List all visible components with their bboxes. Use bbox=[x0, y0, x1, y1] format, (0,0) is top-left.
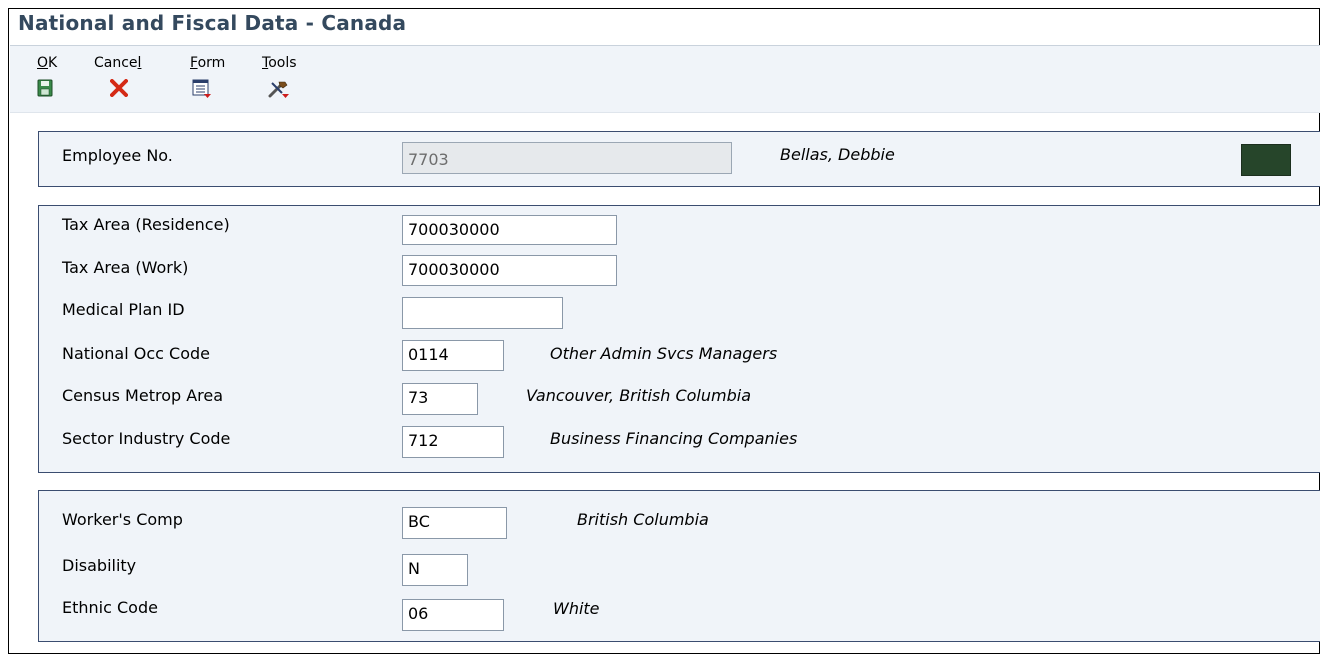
ethnic-code-label: Ethnic Code bbox=[62, 598, 158, 617]
employee-no-field[interactable]: 7703 bbox=[402, 142, 732, 174]
workers-comp-desc: British Columbia bbox=[577, 510, 709, 529]
tax-area-work-field[interactable]: 700030000 bbox=[402, 255, 617, 286]
medical-plan-id-field[interactable] bbox=[402, 297, 563, 329]
tax-panel: Tax Area (Residence) 700030000 Tax Area … bbox=[38, 205, 1320, 473]
workers-comp-label: Worker's Comp bbox=[62, 510, 183, 529]
tax-area-residence-label: Tax Area (Residence) bbox=[62, 215, 230, 234]
close-icon bbox=[110, 79, 128, 101]
national-occ-code-field[interactable]: 0114 bbox=[402, 340, 504, 371]
workers-comp-field[interactable]: BC bbox=[402, 507, 507, 539]
disability-field[interactable]: N bbox=[402, 554, 468, 586]
tools-menu-icon bbox=[268, 79, 290, 103]
ok-label: OK bbox=[37, 55, 58, 71]
national-occ-code-desc: Other Admin Svcs Managers bbox=[550, 344, 778, 363]
census-metrop-area-label: Census Metrop Area bbox=[62, 386, 224, 405]
cancel-button[interactable]: Cancel bbox=[94, 55, 142, 97]
tax-area-work-label: Tax Area (Work) bbox=[62, 258, 189, 277]
other-panel: Worker's Comp BC British Columbia Disabi… bbox=[38, 490, 1320, 642]
census-metrop-area-field[interactable]: 73 bbox=[402, 383, 478, 415]
employee-panel: Employee No. 7703 Bellas, Debbie bbox=[38, 131, 1320, 187]
toolbar: OK Cancel Form Tools bbox=[10, 46, 1320, 113]
cancel-label: Cancel bbox=[94, 55, 142, 71]
tools-label: Tools bbox=[262, 55, 297, 71]
form-menu-icon bbox=[192, 79, 212, 103]
national-occ-code-label: National Occ Code bbox=[62, 344, 210, 363]
form-menu[interactable]: Form bbox=[190, 55, 226, 98]
ethnic-code-field[interactable]: 06 bbox=[402, 599, 504, 631]
page-title: National and Fiscal Data - Canada bbox=[18, 11, 407, 35]
disability-label: Disability bbox=[62, 556, 137, 575]
tools-menu[interactable]: Tools bbox=[262, 55, 297, 98]
sector-industry-code-desc: Business Financing Companies bbox=[550, 429, 798, 448]
medical-plan-id-label: Medical Plan ID bbox=[62, 300, 185, 319]
sector-industry-code-label: Sector Industry Code bbox=[62, 429, 231, 448]
employee-no-label: Employee No. bbox=[62, 146, 173, 165]
ok-button[interactable]: OK bbox=[37, 55, 58, 97]
tax-area-residence-field[interactable]: 700030000 bbox=[402, 215, 617, 245]
form-label: Form bbox=[190, 55, 226, 71]
save-icon bbox=[37, 79, 53, 101]
status-indicator bbox=[1241, 144, 1291, 176]
employee-name: Bellas, Debbie bbox=[780, 145, 895, 164]
sector-industry-code-field[interactable]: 712 bbox=[402, 426, 504, 458]
ethnic-code-desc: White bbox=[553, 599, 600, 618]
census-metrop-area-desc: Vancouver, British Columbia bbox=[526, 386, 752, 405]
